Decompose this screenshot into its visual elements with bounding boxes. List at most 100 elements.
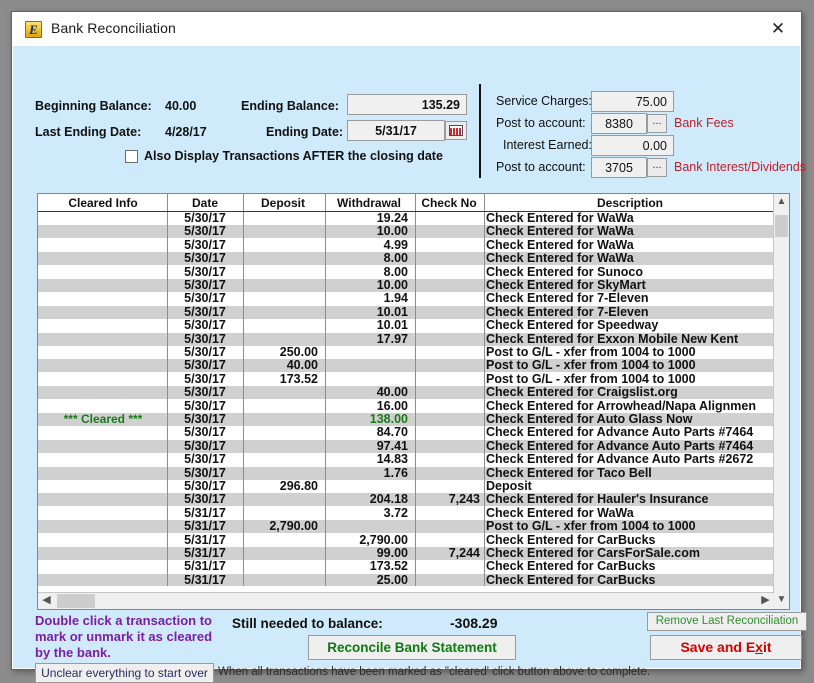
cell-deposit xyxy=(244,238,322,252)
table-row[interactable]: 5/30/17 8.00 Check Entered for Sunoco xyxy=(38,264,774,279)
cell-deposit xyxy=(244,291,322,305)
save-and-exit-button[interactable]: Save and Exit xyxy=(650,635,802,660)
table-row[interactable]: 5/31/17 25.00 Check Entered for CarBucks xyxy=(38,572,774,586)
grid-header-row: Cleared Info Date Deposit Withdrawal Che… xyxy=(38,194,789,212)
column-header-withdrawal[interactable]: Withdrawal xyxy=(326,195,412,211)
cell-deposit xyxy=(244,385,322,399)
ending-balance-input[interactable]: 135.29 xyxy=(347,94,467,115)
table-row[interactable]: 5/31/17 173.52 Check Entered for CarBucks xyxy=(38,559,774,573)
cell-description: Check Entered for WaWa xyxy=(486,212,634,225)
service-charges-label: Service Charges: xyxy=(496,94,592,108)
table-row[interactable]: 5/30/17 40.00 Post to G/L - xfer from 1004… xyxy=(38,358,774,373)
close-icon[interactable]: ✕ xyxy=(761,16,795,42)
cell-description: Post to G/L - xfer from 1004 to 1000 xyxy=(486,358,696,373)
table-row[interactable]: 5/30/17 10.01 Check Entered for 7-Eleven xyxy=(38,304,774,319)
table-row[interactable]: 5/30/17 10.00 Check Entered for WaWa xyxy=(38,224,774,239)
horizontal-scrollbar[interactable]: ◀ ▶ xyxy=(38,592,774,609)
cell-check-no xyxy=(416,479,482,493)
cell-description: Check Entered for CarBucks xyxy=(486,532,656,547)
table-row[interactable]: 5/30/17 8.00 Check Entered for WaWa xyxy=(38,251,774,266)
cell-withdrawal xyxy=(326,372,412,386)
table-row[interactable]: 5/30/17 84.70 Check Entered for Advance Au… xyxy=(38,425,774,440)
interest-earned-input[interactable]: 0.00 xyxy=(591,135,674,156)
cell-check-no xyxy=(416,212,482,225)
transactions-grid[interactable]: Cleared Info Date Deposit Withdrawal Che… xyxy=(37,193,790,610)
post-to-account-input-1[interactable]: 8380 xyxy=(591,113,647,134)
column-header-check-no[interactable]: Check No xyxy=(416,195,482,211)
cell-deposit xyxy=(244,452,322,466)
cell-withdrawal: 8.00 xyxy=(383,264,408,279)
cell-description: Check Entered for CarBucks xyxy=(486,572,656,586)
table-row[interactable]: 5/30/17 1.76 Check Entered for Taco Bell xyxy=(38,466,774,480)
grid-rows-container[interactable]: 5/30/17 19.24 Check Entered for WaWa 5/30/1… xyxy=(38,212,774,586)
cell-date: 5/30/17 xyxy=(184,479,226,493)
also-display-checkbox[interactable]: Also Display Transactions AFTER the clos… xyxy=(125,149,443,163)
scroll-right-icon[interactable]: ▶ xyxy=(757,593,774,609)
horizontal-scroll-thumb[interactable] xyxy=(57,594,95,608)
ending-date-input[interactable]: 5/31/17 xyxy=(347,120,445,141)
table-row[interactable]: 5/30/17 173.52 Post to G/L - xfer from 100… xyxy=(38,372,774,386)
table-row[interactable]: 5/31/17 2,790.00 Check Entered for CarBuck… xyxy=(38,532,774,547)
panel-divider xyxy=(479,84,481,178)
table-row[interactable]: 5/30/17 10.01 Check Entered for Speedway xyxy=(38,318,774,332)
column-header-date[interactable]: Date xyxy=(168,195,242,211)
cell-deposit xyxy=(244,332,322,346)
cell-description: Deposit xyxy=(486,479,532,493)
bank-reconciliation-window: E Bank Reconciliation ✕ Beginning Balanc… xyxy=(11,11,807,683)
ending-balance-label: Ending Balance: xyxy=(241,99,339,113)
column-header-cleared-info[interactable]: Cleared Info xyxy=(40,195,166,211)
remove-last-reconciliation-button[interactable]: Remove Last Reconciliation xyxy=(647,612,807,631)
cell-deposit: 2,790.00 xyxy=(269,519,318,534)
cell-cleared-info xyxy=(40,224,166,238)
reconcile-bank-statement-button[interactable]: Reconcile Bank Statement xyxy=(308,635,516,660)
cell-check-no xyxy=(416,385,482,399)
cell-date: 5/30/17 xyxy=(184,264,226,279)
browse-account-button-2[interactable]: ... xyxy=(647,158,667,177)
table-row[interactable]: 5/31/17 3.72 Check Entered for WaWa xyxy=(38,506,774,520)
cell-date: 5/30/17 xyxy=(184,345,226,359)
cell-date: 5/30/17 xyxy=(184,237,226,252)
table-row[interactable]: 5/30/17 14.83 Check Entered for Advance Au… xyxy=(38,452,774,467)
table-row[interactable]: 5/30/17 40.00 Check Entered for Craigslist… xyxy=(38,385,774,400)
cell-description: Check Entered for 7-Eleven xyxy=(486,304,649,319)
table-row[interactable]: 5/30/17 204.18 7,243 Check Entered for Haul… xyxy=(38,492,774,507)
table-row[interactable]: 5/30/17 4.99 Check Entered for WaWa xyxy=(38,237,774,252)
account-desc-2: Bank Interest/Dividends xyxy=(674,160,807,174)
post-to-account-input-2[interactable]: 3705 xyxy=(591,157,647,178)
vertical-scrollbar[interactable]: ▲ ▼ xyxy=(773,194,789,609)
cell-date: 5/30/17 xyxy=(184,251,226,266)
browse-account-button-1[interactable]: ... xyxy=(647,114,667,133)
cell-deposit xyxy=(244,265,322,279)
table-row[interactable]: 5/31/17 2,790.00 Post to G/L - xfer from 1… xyxy=(38,519,774,534)
cell-deposit: 40.00 xyxy=(286,358,318,373)
checkbox-box[interactable] xyxy=(125,149,138,163)
cell-cleared-info xyxy=(40,439,166,453)
table-row[interactable]: 5/30/17 1.94 Check Entered for 7-Eleven xyxy=(38,291,774,306)
vertical-scroll-thumb[interactable] xyxy=(775,215,788,237)
column-header-description[interactable]: Description xyxy=(486,195,774,211)
cell-cleared-info xyxy=(40,492,166,506)
table-row[interactable]: 5/30/17 10.00 Check Entered for SkyMart xyxy=(38,278,774,292)
table-row[interactable]: 5/31/17 99.00 7,244 Check Entered for CarsF… xyxy=(38,546,774,560)
cell-date: 5/30/17 xyxy=(184,425,226,440)
table-row[interactable]: 5/30/17 97.41 Check Entered for Advance Au… xyxy=(38,439,774,453)
scroll-down-icon[interactable]: ▼ xyxy=(774,592,789,609)
table-row[interactable]: 5/30/17 296.80 Deposit xyxy=(38,479,774,493)
cell-withdrawal: 14.83 xyxy=(376,452,408,467)
service-charges-input[interactable]: 75.00 xyxy=(591,91,674,112)
cell-withdrawal xyxy=(326,479,412,493)
table-row[interactable]: 5/30/17 250.00 Post to G/L - xfer from 100… xyxy=(38,345,774,359)
scroll-up-icon[interactable]: ▲ xyxy=(774,194,789,211)
calendar-icon[interactable] xyxy=(445,121,467,140)
last-ending-date-label: Last Ending Date: xyxy=(35,125,142,139)
column-header-deposit[interactable]: Deposit xyxy=(244,195,322,211)
cell-cleared-info: *** Cleared *** xyxy=(63,412,143,426)
table-row[interactable]: 5/30/17 16.00 Check Entered for Arrowhead/… xyxy=(38,399,774,413)
table-row[interactable]: *** Cleared *** 5/30/17 138.00 Check Entere… xyxy=(38,412,774,426)
scroll-left-icon[interactable]: ◀ xyxy=(38,593,55,609)
cell-cleared-info xyxy=(40,559,166,573)
table-row[interactable]: 5/30/17 17.97 Check Entered for Exxon Mobi… xyxy=(38,332,774,346)
table-row[interactable]: 5/30/17 19.24 Check Entered for WaWa xyxy=(38,212,774,225)
unclear-everything-button[interactable]: Unclear everything to start over xyxy=(35,663,214,683)
cell-description: Check Entered for 7-Eleven xyxy=(486,291,649,306)
